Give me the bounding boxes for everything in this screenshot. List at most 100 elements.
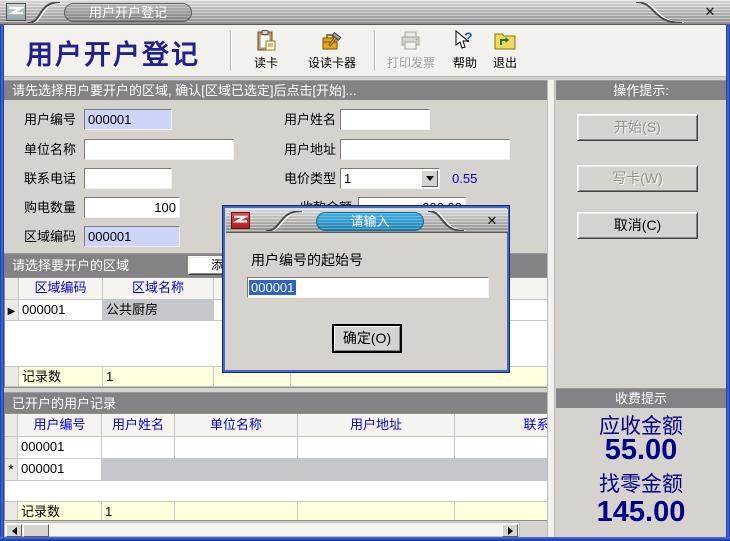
change-amount-value: 145.00	[556, 496, 726, 529]
opened-footer-selector	[5, 501, 18, 521]
unit-name-field[interactable]	[84, 139, 234, 160]
card-reader-setup-icon	[320, 29, 344, 53]
dialog-input[interactable]: 000001	[247, 277, 489, 298]
user-id-field[interactable]	[84, 109, 172, 130]
horizontal-scrollbar[interactable]	[4, 522, 520, 537]
dialog-prompt: 用户编号的起始号	[251, 250, 363, 270]
selected-input-text: 000001	[249, 280, 296, 295]
opened-footer-label: 记录数	[18, 501, 102, 521]
opened-col-header-unit[interactable]: 单位名称	[175, 414, 298, 437]
region-code-label: 区域编码	[24, 229, 76, 245]
opened-col-header-id[interactable]: 用户编号	[18, 414, 102, 437]
printer-icon	[399, 29, 423, 53]
current-row-marker: ▶	[8, 306, 16, 317]
region-cell-code[interactable]: 000001	[19, 300, 103, 321]
region-cell-name[interactable]: 公共厨房	[103, 300, 214, 321]
dialog-logo-icon	[231, 212, 250, 229]
toolbar: 用户开户登记 读卡	[4, 25, 726, 77]
toolbar-button-label: 设读卡器	[308, 55, 356, 71]
purchase-qty-field[interactable]	[84, 197, 180, 218]
due-amount-value: 55.00	[556, 434, 726, 467]
app-logo-icon	[6, 3, 26, 21]
toolbar-button-label: 打印发票	[387, 55, 435, 71]
opened-cell	[298, 437, 455, 459]
user-name-field[interactable]	[340, 109, 430, 130]
dialog-titlebar[interactable]: 请输入 ✕	[226, 209, 508, 233]
region-col-header-code[interactable]: 区域编码	[19, 278, 103, 300]
window-border	[0, 537, 730, 541]
purchase-qty-label: 购电数量	[24, 200, 76, 216]
scroll-right-icon	[508, 527, 513, 535]
help-icon: ?	[453, 29, 477, 53]
window-title: 用户开户登记	[64, 3, 192, 22]
opened-table-corner	[5, 414, 18, 437]
change-amount-label: 找零金额	[556, 468, 726, 498]
user-name-label: 用户姓名	[284, 112, 336, 128]
dialog-close-button[interactable]: ✕	[484, 212, 500, 230]
scroll-left-icon	[12, 527, 17, 535]
opened-cell-id[interactable]: 000001	[18, 459, 102, 481]
toolbar-button-read-card[interactable]: 读卡	[238, 29, 294, 75]
opened-users-table: 用户编号 用户姓名 单位名称 用户地址 联系电话 000001 * 000001…	[4, 413, 549, 521]
cancel-button[interactable]: 取消(C)	[577, 212, 698, 239]
scroll-right-button[interactable]	[502, 524, 518, 537]
toolbar-button-label: 退出	[493, 55, 517, 71]
ok-button[interactable]: 确定(O)	[333, 325, 401, 352]
opened-cell	[298, 459, 455, 481]
swoosh-decoration	[636, 2, 688, 23]
opened-col-header-addr[interactable]: 用户地址	[298, 414, 455, 437]
application-window: 用户开户登记 ✕ 用户开户登记 读卡	[0, 0, 730, 541]
window-titlebar[interactable]: 用户开户登记 ✕	[0, 0, 730, 25]
svg-text:?: ?	[464, 29, 473, 45]
price-type-dropdown-button[interactable]	[421, 170, 438, 187]
region-code-field[interactable]	[84, 226, 180, 247]
phone-label: 联系电话	[24, 171, 76, 187]
opened-col-header-phone[interactable]: 联系电话	[455, 414, 549, 437]
opened-cell	[455, 437, 549, 459]
price-rate-value: 0.55	[452, 171, 477, 186]
start-button: 开始(S)	[577, 114, 698, 141]
opened-row-selector[interactable]	[5, 437, 18, 459]
ops-panel-header: 操作提示:	[556, 80, 726, 100]
toolbar-button-help[interactable]: ? 帮助	[445, 29, 485, 75]
phone-field[interactable]	[84, 168, 172, 189]
toolbar-button-set-reader[interactable]: 设读卡器	[298, 29, 366, 75]
opened-footer-count: 1	[102, 501, 175, 521]
exit-icon	[493, 29, 517, 53]
opened-footer-cell	[175, 501, 298, 521]
opened-cell	[455, 459, 549, 481]
region-col-header-name[interactable]: 区域名称	[103, 278, 214, 300]
toolbar-separator	[374, 31, 375, 71]
region-table-corner	[5, 278, 19, 300]
opened-row-selector[interactable]: *	[5, 459, 18, 481]
region-row-selector[interactable]: ▶	[5, 300, 19, 321]
read-card-icon	[254, 29, 278, 53]
opened-footer-cell	[298, 501, 455, 521]
toolbar-button-label: 帮助	[453, 55, 477, 71]
dialog-title: 请输入	[316, 212, 424, 231]
region-footer-label: 记录数	[19, 366, 103, 387]
opened-cell	[175, 437, 298, 459]
write-card-button: 写卡(W)	[577, 165, 698, 192]
user-addr-field[interactable]	[340, 139, 510, 160]
panel-splitter[interactable]	[547, 80, 555, 537]
swoosh-decoration	[428, 211, 470, 231]
toolbar-button-exit[interactable]: 退出	[485, 29, 525, 75]
scrollbar-thumb[interactable]	[23, 524, 49, 537]
swoosh-decoration	[28, 2, 66, 23]
input-dialog: 请输入 ✕ 用户编号的起始号 000001 确定(O)	[222, 205, 510, 373]
fee-panel-header: 收费提示	[556, 388, 726, 408]
close-button[interactable]: ✕	[702, 3, 718, 21]
opened-cell-id[interactable]: 000001	[18, 437, 102, 459]
opened-cell	[175, 459, 298, 481]
region-footer-count: 1	[103, 366, 214, 387]
price-type-label: 电价类型	[284, 171, 336, 187]
user-addr-label: 用户地址	[284, 142, 336, 158]
window-border	[726, 25, 730, 537]
opened-col-header-name[interactable]: 用户姓名	[102, 414, 175, 437]
swoosh-decoration	[266, 211, 308, 231]
toolbar-button-label: 读卡	[254, 55, 278, 71]
opened-section-header: 已开户的用户记录	[4, 392, 549, 413]
instruction-bar: 请先选择用户要开户的区域, 确认[区域已选定]后点击[开始]...	[4, 80, 549, 100]
scroll-left-button[interactable]	[6, 524, 22, 537]
